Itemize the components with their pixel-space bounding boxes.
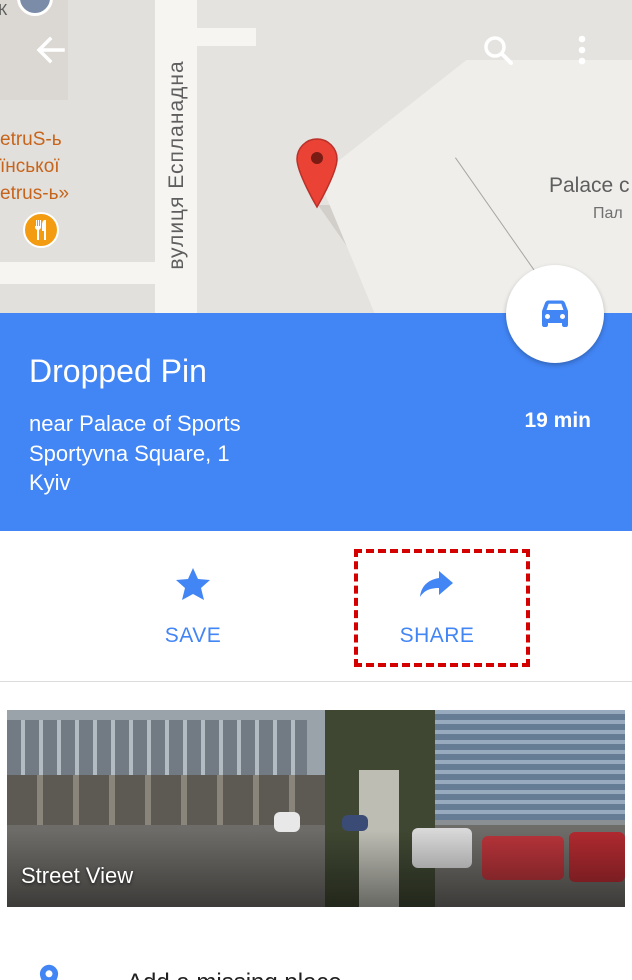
map-poi-line: etruS-ь	[0, 129, 62, 150]
car-icon	[542, 300, 568, 327]
address-line: Kyiv	[29, 470, 71, 495]
add-place-label: Add a missing place	[127, 969, 342, 980]
map-pin-icon[interactable]	[295, 137, 339, 209]
place-actions: SAVE SHARE	[0, 531, 632, 681]
map-top-label: К	[0, 2, 8, 19]
add-place-row[interactable]: Add a missing place	[0, 950, 632, 980]
address-line: Sportyvna Square, 1	[29, 440, 230, 466]
restaurant-icon-glyph	[35, 220, 46, 240]
map-building	[0, 284, 155, 315]
share-highlight-box	[354, 549, 530, 667]
more-vert-icon	[578, 35, 586, 65]
save-button[interactable]: SAVE	[93, 531, 293, 681]
directions-button[interactable]	[506, 265, 604, 363]
map-street-label: вулиця Еспланадна	[165, 60, 188, 270]
more-options-button[interactable]	[562, 30, 602, 70]
map-palace-label-secondary: Пал	[593, 205, 623, 222]
street-view-label: Street View	[21, 863, 134, 888]
search-icon	[484, 36, 513, 65]
map-road	[0, 262, 160, 284]
map-poi-line: їнської	[0, 156, 60, 177]
save-label: SAVE	[164, 624, 222, 647]
sv-windows	[7, 720, 307, 775]
search-button[interactable]	[478, 30, 518, 70]
sv-car	[342, 815, 368, 831]
street-view-thumbnail[interactable]: Street View	[7, 710, 625, 907]
back-button[interactable]	[30, 30, 70, 70]
map-road	[196, 28, 256, 46]
address-line: near Palace of Sports	[29, 411, 241, 436]
arrow-back-icon	[36, 36, 65, 64]
place-title: Dropped Pin	[29, 353, 207, 389]
sv-car	[274, 812, 300, 832]
map-poi-label: etruS-ь їнської etrus-ь»	[0, 126, 69, 207]
map-poi-line: etrus-ь»	[0, 183, 70, 204]
divider	[0, 681, 632, 682]
travel-time: 19 min	[524, 409, 591, 432]
star-icon-glyph	[176, 568, 210, 600]
map-palace-label: Palace c	[549, 174, 630, 197]
place-address: near Palace of Sports Sportyvna Square, …	[29, 409, 241, 498]
restaurant-icon[interactable]	[23, 212, 59, 248]
location-icon	[39, 964, 59, 980]
sv-windows	[435, 710, 625, 820]
star-icon	[173, 564, 213, 604]
